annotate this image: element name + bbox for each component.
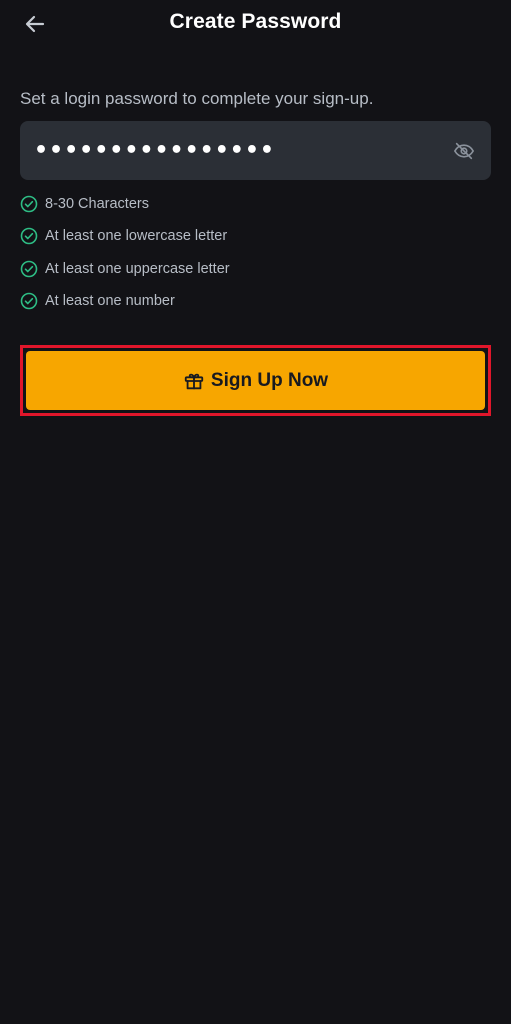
requirement-label: At least one uppercase letter (45, 260, 230, 277)
check-circle-icon (20, 195, 38, 213)
gift-icon (183, 370, 205, 392)
page-title: Create Password (169, 10, 342, 33)
requirement-item: 8-30 Characters (20, 194, 230, 214)
requirement-item: At least one lowercase letter (20, 226, 230, 246)
check-circle-icon (20, 292, 38, 310)
password-field[interactable] (20, 121, 491, 180)
sign-up-label: Sign Up Now (210, 369, 329, 391)
password-input[interactable] (34, 121, 451, 180)
toggle-visibility-button[interactable] (451, 138, 477, 164)
requirement-label: At least one lowercase letter (45, 228, 228, 245)
requirement-label: 8-30 Characters (45, 196, 149, 212)
password-requirements: 8-30 Characters At least one lowercase l… (20, 194, 230, 323)
check-circle-icon (20, 227, 38, 245)
instruction-text: Set a login password to complete your si… (20, 89, 374, 108)
top-bar: Create Password (0, 0, 511, 48)
check-circle-icon (20, 260, 38, 278)
eye-off-icon (454, 142, 474, 159)
create-password-screen: Create Password Set a login password to … (0, 0, 511, 1024)
sign-up-button[interactable]: Sign Up Now (26, 351, 485, 410)
requirement-item: At least one uppercase letter (20, 259, 230, 279)
highlight-frame: Sign Up Now (20, 345, 491, 416)
requirement-item: At least one number (20, 291, 230, 311)
requirement-label: At least one number (45, 292, 175, 309)
